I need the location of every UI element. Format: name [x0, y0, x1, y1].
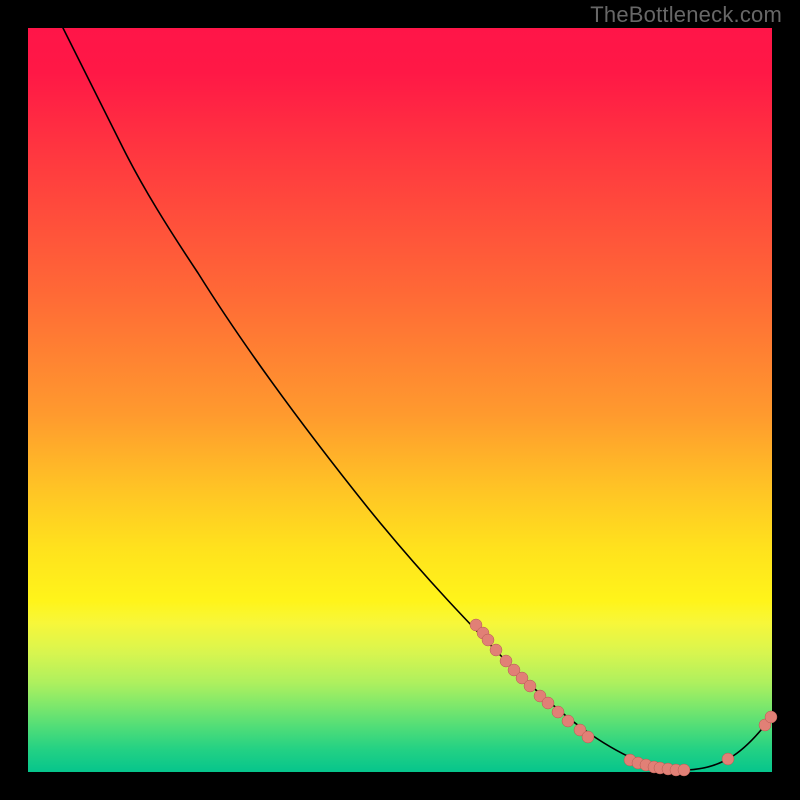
bottleneck-curve	[63, 28, 772, 770]
watermark-text: TheBottleneck.com	[590, 2, 782, 28]
scatter-points	[470, 619, 777, 776]
chart-overlay	[28, 28, 772, 772]
chart-frame: TheBottleneck.com	[0, 0, 800, 800]
